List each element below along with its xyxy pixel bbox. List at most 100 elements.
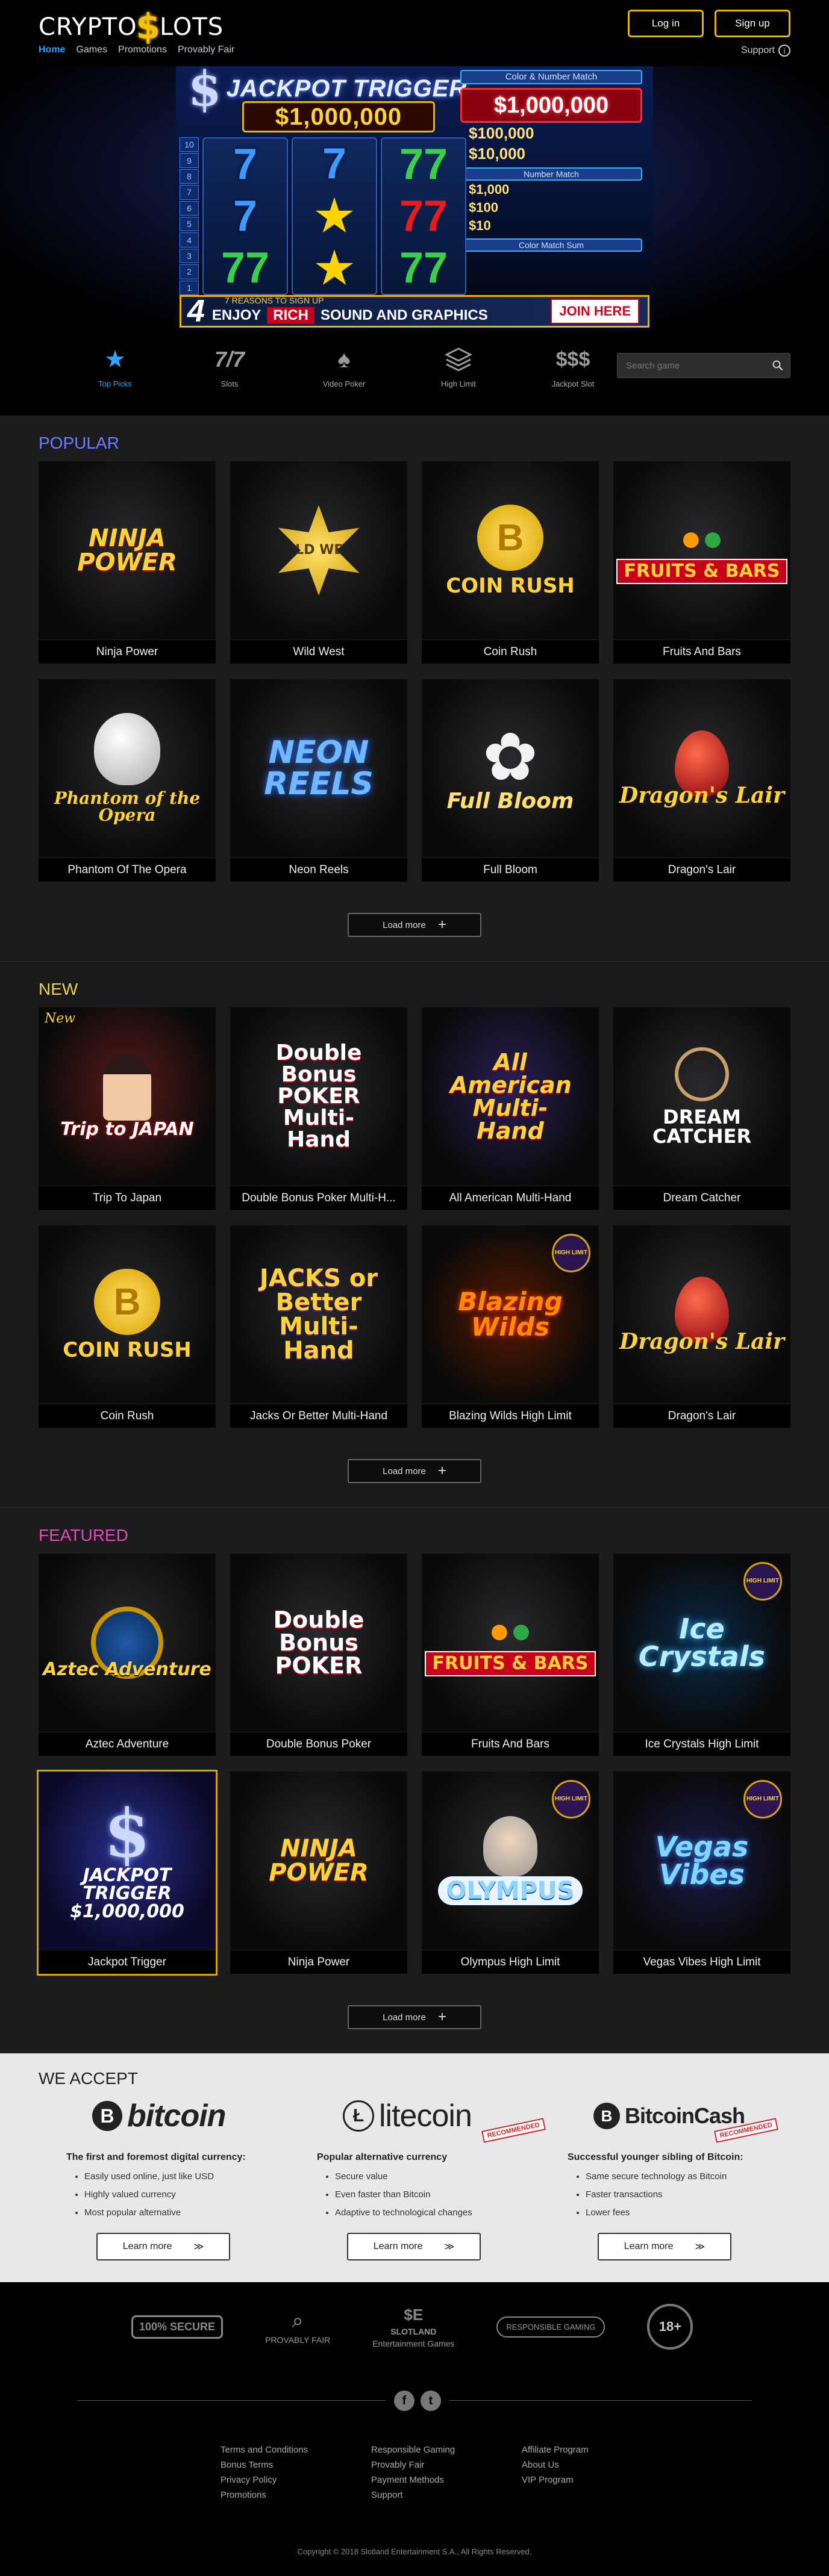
signup-promo-strip[interactable]: 4 7 REASONS TO SIGN UP ENJOY RICH SOUND AN… bbox=[180, 295, 649, 328]
nav-promotions[interactable]: Promotions bbox=[118, 45, 167, 55]
category-jackpot-slot[interactable]: $$$ Jackpot Slot bbox=[516, 344, 630, 389]
game-card-neon-reels[interactable]: NEON REELS Neon Reels bbox=[230, 679, 407, 882]
support-link[interactable]: Support i bbox=[741, 45, 790, 57]
game-art: HIGH LIMIT Ice Crystals bbox=[613, 1554, 790, 1732]
game-card-olympus-high-limit[interactable]: HIGH LIMIT OLYMPUS Olympus High Limit bbox=[422, 1772, 599, 1974]
support-label: Support bbox=[740, 45, 775, 55]
game-card-full-bloom[interactable]: ✿ Full Bloom Full Bloom bbox=[422, 679, 599, 882]
game-name: Phantom Of The Opera bbox=[39, 857, 216, 882]
load-more-button[interactable]: Load more + bbox=[348, 913, 481, 937]
game-name: Ninja Power bbox=[230, 1950, 407, 1974]
provably-fair-badge[interactable]: ⌕ PROVABLY FAIR bbox=[265, 2309, 330, 2345]
game-card-ninja-power[interactable]: NINJA POWER Ninja Power bbox=[230, 1772, 407, 1974]
game-card-vegas-vibes-high-limit[interactable]: HIGH LIMIT Vegas Vibes Vegas Vibes High Li… bbox=[613, 1772, 790, 1974]
nav-games[interactable]: Games bbox=[76, 45, 107, 55]
game-card-double-bonus-poker[interactable]: Double Bonus POKER Double Bonus Poker bbox=[230, 1554, 407, 1756]
game-art-title: Dragon's Lair bbox=[619, 783, 784, 808]
footer-link-vip[interactable]: VIP Program bbox=[522, 2475, 672, 2485]
search-input[interactable] bbox=[618, 360, 766, 371]
twitter-icon[interactable]: t bbox=[421, 2391, 441, 2411]
seven-symbol-icon: 77 bbox=[399, 192, 448, 240]
section-title-featured: FEATURED bbox=[39, 1526, 128, 1545]
learn-more-button[interactable]: Learn more ≫ bbox=[598, 2233, 731, 2260]
footer-link-support[interactable]: Support bbox=[371, 2490, 522, 2500]
game-card-dream-catcher[interactable]: DREAM CATCHER Dream Catcher bbox=[613, 1007, 790, 1210]
facebook-icon[interactable]: f bbox=[394, 2391, 414, 2411]
game-name: Fruits And Bars bbox=[613, 639, 790, 664]
game-card-trip-to-japan[interactable]: New Trip to JAPAN Trip To Japan bbox=[39, 1007, 216, 1210]
banner-title-text: JACKPOT TRIGGER bbox=[226, 75, 468, 102]
star-symbol-icon: ★ bbox=[314, 191, 354, 240]
list-item: Most popular alternative bbox=[84, 2204, 289, 2222]
load-more-label: Load more bbox=[383, 1466, 426, 1476]
game-card-ninja-power[interactable]: NINJA POWER Ninja Power bbox=[39, 461, 216, 664]
learn-more-button[interactable]: Learn more ≫ bbox=[96, 2233, 230, 2260]
game-card-ice-crystals-high-limit[interactable]: HIGH LIMIT Ice Crystals Ice Crystals High … bbox=[613, 1554, 790, 1756]
game-card-dragons-lair[interactable]: Dragon's Lair Dragon's Lair bbox=[613, 679, 790, 882]
age-18-icon: 18+ bbox=[647, 2304, 693, 2350]
learn-more-button[interactable]: Learn more ≫ bbox=[347, 2233, 481, 2260]
game-card-jackpot-trigger[interactable]: $ JACKPOT TRIGGER $1,000,000 Jackpot Trigg… bbox=[37, 1770, 217, 1976]
signup-button[interactable]: Sign up bbox=[715, 10, 790, 37]
category-high-limit[interactable]: High Limit bbox=[401, 344, 516, 388]
payment-bitcoin-cash: B BitcoinCash RECOMMENDED Successful youn… bbox=[540, 2098, 790, 2260]
help-icon: i bbox=[778, 45, 790, 57]
nav-provably-fair[interactable]: Provably Fair bbox=[178, 45, 234, 55]
load-more-button[interactable]: Load more + bbox=[348, 1459, 481, 1483]
sevens-icon: 7/7 bbox=[214, 347, 245, 372]
nav-home[interactable]: Home bbox=[39, 45, 65, 55]
login-button[interactable]: Log in bbox=[628, 10, 704, 37]
game-card-coin-rush[interactable]: B COIN RUSH Coin Rush bbox=[39, 1225, 216, 1428]
game-card-double-bonus-poker-multi-hand[interactable]: Double Bonus POKER Multi-Hand Double Bonu… bbox=[230, 1007, 407, 1210]
footer-link-terms[interactable]: Terms and Conditions bbox=[221, 2445, 371, 2455]
footer-link-affiliate[interactable]: Affiliate Program bbox=[522, 2445, 672, 2455]
join-here-button[interactable]: JOIN HERE bbox=[551, 299, 639, 324]
sheriff-star-icon: WILD WEST bbox=[278, 505, 360, 596]
game-card-fruits-and-bars[interactable]: ●● FRUITS & BARS Fruits And Bars bbox=[422, 1554, 599, 1756]
game-card-aztec-adventure[interactable]: Aztec Adventure Aztec Adventure bbox=[39, 1554, 216, 1756]
footer-link-responsible-gaming[interactable]: Responsible Gaming bbox=[371, 2445, 522, 2455]
high-limit-badge: HIGH LIMIT bbox=[552, 1780, 590, 1818]
slot-reels: 10 9 8 7 6 5 4 3 2 1 7 7 77 7 ★ ★ 77 77 77 bbox=[180, 137, 466, 296]
game-card-wild-west[interactable]: WILD WEST Wild West bbox=[230, 461, 407, 664]
load-more-button[interactable]: Load more + bbox=[348, 2005, 481, 2029]
game-card-fruits-and-bars[interactable]: ●● FRUITS & BARS Fruits And Bars bbox=[613, 461, 790, 664]
category-video-poker[interactable]: ♠ Video Poker bbox=[287, 344, 401, 389]
game-card-blazing-wilds-high-limit[interactable]: HIGH LIMIT Blazing Wilds Blazing Wilds Hig… bbox=[422, 1225, 599, 1428]
game-art-title: Dragon's Lair bbox=[619, 1329, 784, 1354]
game-card-coin-rush[interactable]: B COIN RUSH Coin Rush bbox=[422, 461, 599, 664]
secure-badge-text: 100% SECURE bbox=[131, 2315, 224, 2339]
payline-number: 2 bbox=[180, 264, 199, 279]
category-top-picks[interactable]: ★ Top Picks bbox=[58, 344, 172, 388]
dollars-icon: $$$ bbox=[555, 347, 590, 371]
footer-link-bonus-terms[interactable]: Bonus Terms bbox=[221, 2460, 371, 2470]
responsible-gaming-badge[interactable]: RESPONSIBLE GAMING bbox=[496, 2316, 605, 2338]
game-name: Neon Reels bbox=[230, 857, 407, 882]
game-name: Jacks Or Better Multi-Hand bbox=[230, 1404, 407, 1428]
game-card-dragons-lair[interactable]: Dragon's Lair Dragon's Lair bbox=[613, 1225, 790, 1428]
game-art: All American Multi-Hand bbox=[422, 1007, 599, 1186]
high-limit-badge: HIGH LIMIT bbox=[743, 1562, 782, 1601]
category-slots[interactable]: 7/7 Slots bbox=[172, 344, 287, 388]
color-number-match-label: Color & Number Match bbox=[460, 70, 642, 84]
prize-row: $100 bbox=[460, 199, 642, 217]
game-card-jacks-or-better-multi-hand[interactable]: JACKS or Better Multi-Hand Jacks Or Bette… bbox=[230, 1225, 407, 1428]
game-name: Aztec Adventure bbox=[39, 1732, 216, 1756]
game-art-title: Trip to JAPAN bbox=[60, 1119, 194, 1140]
game-card-all-american-multi-hand[interactable]: All American Multi-Hand All American Mult… bbox=[422, 1007, 599, 1210]
payline-number: 7 bbox=[180, 185, 199, 200]
game-card-phantom-of-the-opera[interactable]: Phantom of the Opera Phantom Of The Opera bbox=[39, 679, 216, 882]
footer-link-provably-fair[interactable]: Provably Fair bbox=[371, 2460, 522, 2470]
logo[interactable]: CRYPTO$LOTS bbox=[39, 6, 224, 47]
footer-link-payment-methods[interactable]: Payment Methods bbox=[371, 2475, 522, 2485]
footer-link-privacy[interactable]: Privacy Policy bbox=[221, 2475, 371, 2485]
footer-link-about[interactable]: About Us bbox=[522, 2460, 672, 2470]
search-icon[interactable] bbox=[766, 360, 790, 371]
coin-points: Secure value Even faster than Bitcoin Ad… bbox=[317, 2168, 540, 2222]
double-chevron-right-icon: ≫ bbox=[695, 2242, 705, 2252]
jackpot-trigger-banner[interactable]: $ JACKPOT TRIGGER $1,000,000 Color & Num… bbox=[176, 64, 653, 331]
list-item: Easily used online, just like USD bbox=[84, 2168, 289, 2186]
game-art: Double Bonus POKER Multi-Hand bbox=[230, 1007, 407, 1186]
plus-icon: + bbox=[437, 2009, 446, 2025]
footer-link-promotions[interactable]: Promotions bbox=[221, 2490, 371, 2500]
